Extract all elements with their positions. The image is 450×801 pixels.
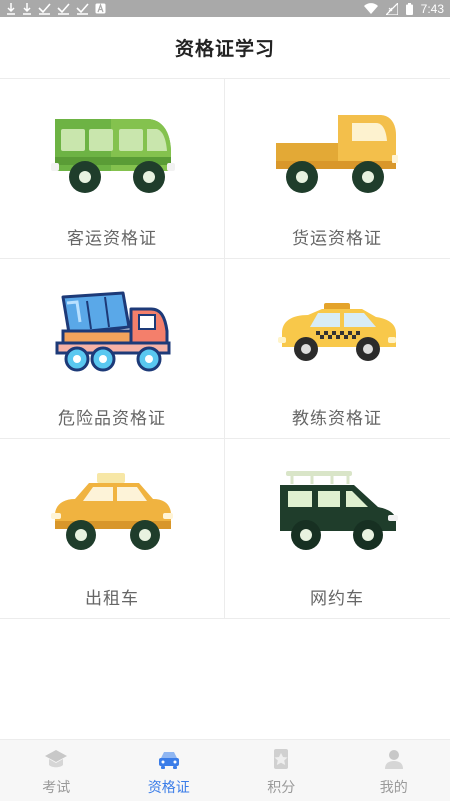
category-label: 客运资格证 <box>0 224 224 249</box>
user-icon <box>382 748 406 770</box>
graduation-cap-icon <box>44 748 68 770</box>
grid-row: 危险品资格证 教练资格证 <box>0 259 450 439</box>
tab-certificate[interactable]: 资格证 <box>113 740 226 801</box>
bus-icon <box>47 107 177 197</box>
download-icon <box>22 2 32 15</box>
category-label: 网约车 <box>225 584 449 609</box>
category-passenger-transport[interactable]: 客运资格证 <box>0 79 224 258</box>
tab-mine[interactable]: 我的 <box>338 740 450 801</box>
download-icon <box>6 2 16 15</box>
page-title: 资格证学习 <box>175 34 275 61</box>
status-right-icons: 7:43 <box>364 0 444 17</box>
cab-icon <box>47 467 177 557</box>
grid-row: 客运资格证 货运资格证 <box>0 79 450 259</box>
wifi-icon <box>364 3 378 14</box>
signal-icon <box>386 3 398 15</box>
category-taxi[interactable]: 出租车 <box>0 439 224 618</box>
category-instructor[interactable]: 教练资格证 <box>224 259 449 438</box>
bottom-tab-bar: 考试 资格证 积分 我的 <box>0 739 450 801</box>
category-freight-transport[interactable]: 货运资格证 <box>224 79 449 258</box>
car-icon <box>157 748 181 770</box>
status-bar: 7:43 <box>0 0 450 17</box>
tab-points[interactable]: 积分 <box>225 740 338 801</box>
category-label: 教练资格证 <box>225 404 449 429</box>
check-icon <box>57 2 70 15</box>
status-time: 7:43 <box>421 2 444 16</box>
category-label: 危险品资格证 <box>0 404 224 429</box>
grid-row: 出租车 网约车 <box>0 439 450 619</box>
check-icon <box>76 2 89 15</box>
category-hazardous-goods[interactable]: 危险品资格证 <box>0 259 224 438</box>
taxi-icon <box>272 287 402 377</box>
check-icon <box>38 2 51 15</box>
a-icon <box>95 3 106 14</box>
category-ride-hailing[interactable]: 网约车 <box>224 439 449 618</box>
status-left-icons <box>6 1 106 16</box>
tab-label: 我的 <box>338 777 450 797</box>
battery-icon <box>406 3 413 15</box>
truck-icon <box>272 107 402 197</box>
category-grid: 客运资格证 货运资格证 <box>0 78 450 619</box>
star-badge-icon <box>269 748 293 770</box>
tab-label: 积分 <box>225 777 338 797</box>
tab-label: 考试 <box>0 777 113 797</box>
app-header: 资格证学习 <box>0 17 450 79</box>
tab-exam[interactable]: 考试 <box>0 740 113 801</box>
tab-label: 资格证 <box>113 777 226 797</box>
mixer-truck-icon <box>47 287 177 377</box>
suv-icon <box>272 467 402 557</box>
category-label: 出租车 <box>0 584 224 609</box>
category-label: 货运资格证 <box>225 224 449 249</box>
